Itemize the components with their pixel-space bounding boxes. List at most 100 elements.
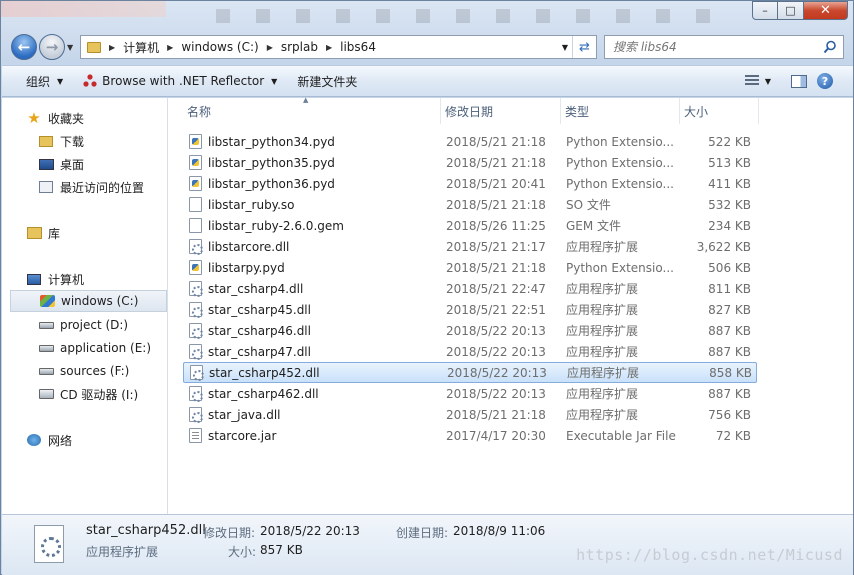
view-options-icon[interactable] [744,75,759,87]
reflector-icon [83,74,97,87]
file-row[interactable]: star_csharp4.dll 2018/5/21 22:47 应用程序扩展 811… [183,278,757,299]
file-date: 2018/5/21 21:18 [446,260,546,275]
search-input[interactable] [613,40,813,54]
details-size-label: 大小: [228,545,257,559]
back-button[interactable]: ← [11,34,37,60]
file-date: 2018/5/21 21:18 [446,134,546,149]
file-size: 234 KB [708,218,751,233]
watermark-text: https://blog.csdn.net/Micusd [576,546,843,564]
nav-drive-f-label: sources (F:) [60,364,130,378]
column-type[interactable]: 类型 [561,98,680,124]
file-row[interactable]: star_csharp47.dll 2018/5/22 20:13 应用程序扩展 88… [183,341,757,362]
column-name[interactable]: ▲ 名称 [183,96,441,124]
nav-desktop[interactable]: 桌面 [38,153,166,175]
file-type: Executable Jar File [566,428,676,443]
nav-drive-i[interactable]: CD 驱动器 (I:) [38,383,166,405]
column-type-label: 类型 [565,104,590,119]
file-type: Python Extensio... [566,260,674,275]
file-date: 2018/5/22 20:13 [446,344,546,359]
file-date: 2018/5/21 22:51 [446,302,546,317]
reflector-button[interactable]: Browse with .NET Reflector ▼ [73,65,287,97]
network-icon [26,432,42,448]
nav-favorites[interactable]: ★ 收藏夹 [26,107,166,129]
address-bar[interactable]: ▶ 计算机 ▶ windows (C:) ▶ srplab ▶ libs64 ▼… [80,35,597,59]
view-options-caret-icon[interactable]: ▼ [765,77,771,86]
close-button[interactable]: ✕ [804,1,848,20]
breadcrumb-srplab[interactable]: srplab [281,40,318,54]
organize-label: 组织 [26,74,51,89]
file-type: 应用程序扩展 [566,303,639,317]
file-type: SO 文件 [566,198,611,212]
file-row-selected[interactable]: star_csharp452.dll 2018/5/22 20:13 应用程序扩展 8… [183,362,757,383]
file-type: Python Extensio... [566,176,674,191]
nav-drive-f[interactable]: sources (F:) [38,360,166,382]
nav-drive-e[interactable]: application (E:) [38,337,166,359]
organize-button[interactable]: 组织 ▼ [2,65,73,97]
address-history-dropdown[interactable]: ▼ [562,43,568,52]
file-name: starcore.jar [208,428,277,443]
file-row[interactable]: libstar_python35.pyd 2018/5/21 21:18 Pytho… [183,152,757,173]
forward-button[interactable]: → [39,34,65,60]
blank-file-icon [189,218,202,233]
details-created-label: 创建日期: [396,526,449,540]
recent-pages-dropdown[interactable]: ▼ [67,43,73,52]
file-name: libstar_python35.pyd [208,155,335,170]
chevron-right-icon[interactable]: ▶ [167,43,173,52]
nav-downloads[interactable]: 下载 [38,130,166,152]
nav-network[interactable]: 网络 [26,429,166,451]
breadcrumb-windows-c[interactable]: windows (C:) [181,40,258,54]
nav-computer[interactable]: 计算机 [26,268,166,290]
explorer-window: – □ ✕ ← → ▼ ▶ 计算机 ▶ windows (C:) ▶ srpla… [0,0,854,575]
chevron-right-icon[interactable]: ▶ [109,43,115,52]
file-size: 887 KB [708,323,751,338]
desktop-icon [38,156,54,172]
file-row[interactable]: star_csharp46.dll 2018/5/22 20:13 应用程序扩展 88… [183,320,757,341]
file-row[interactable]: libstar_python36.pyd 2018/5/21 20:41 Pytho… [183,173,757,194]
nav-computer-label: 计算机 [48,272,85,287]
file-size: 858 KB [709,365,752,380]
minimize-button[interactable]: – [752,1,778,20]
file-row[interactable]: starcore.jar 2017/4/17 20:30 Executable Ja… [183,425,757,446]
search-box[interactable] [604,35,844,59]
file-date: 2018/5/26 11:25 [446,218,546,233]
file-type: 应用程序扩展 [566,324,639,338]
search-icon[interactable] [823,40,837,54]
file-row[interactable]: libstar_ruby.so 2018/5/21 21:18 SO 文件 532 K… [183,194,757,215]
file-name: libstar_python34.pyd [208,134,335,149]
file-date: 2017/4/17 20:30 [446,428,546,443]
file-name: star_csharp452.dll [209,365,320,380]
file-type: Python Extensio... [566,134,674,149]
new-folder-label: 新建文件夹 [297,74,358,89]
file-row[interactable]: libstar_ruby-2.6.0.gem 2018/5/26 11:25 GEM… [183,215,757,236]
nav-drive-c[interactable]: windows (C:) [10,290,167,312]
file-row[interactable]: star_java.dll 2018/5/21 21:18 应用程序扩展 756 KB [183,404,757,425]
column-name-label: 名称 [187,104,212,119]
nav-drive-d[interactable]: project (D:) [38,314,166,336]
file-size: 506 KB [708,260,751,275]
breadcrumb-libs64[interactable]: libs64 [340,40,376,54]
breadcrumb-computer[interactable]: 计算机 [123,39,159,56]
file-row[interactable]: star_csharp462.dll 2018/5/22 20:13 应用程序扩展 8… [183,383,757,404]
new-folder-button[interactable]: 新建文件夹 [287,65,367,97]
help-button[interactable]: ? [817,73,833,89]
chevron-right-icon[interactable]: ▶ [267,43,273,52]
refresh-button[interactable]: ⇄ [572,36,596,58]
file-row[interactable]: libstarpy.pyd 2018/5/21 21:18 Python Exten… [183,257,757,278]
nav-recent-places[interactable]: 最近访问的位置 [38,176,166,198]
details-filename: star_csharp452.dll [86,523,206,538]
details-type: 应用程序扩展 [86,545,159,559]
file-row[interactable]: star_csharp45.dll 2018/5/21 22:51 应用程序扩展 82… [183,299,757,320]
title-bar[interactable]: – □ ✕ [1,1,853,29]
column-size[interactable]: 大小 [680,98,759,124]
recent-places-icon [38,179,54,195]
file-row[interactable]: libstarcore.dll 2018/5/21 21:17 应用程序扩展 3,62… [183,236,757,257]
file-date: 2018/5/21 22:47 [446,281,546,296]
file-size: 411 KB [708,176,751,191]
preview-pane-icon[interactable] [791,74,807,88]
chevron-right-icon[interactable]: ▶ [326,43,332,52]
file-row[interactable]: libstar_python34.pyd 2018/5/21 21:18 Pytho… [183,131,757,152]
column-date[interactable]: 修改日期 [441,98,561,124]
nav-libraries[interactable]: 库 [26,222,166,244]
hard-drive-icon [38,363,54,379]
maximize-button[interactable]: □ [778,1,804,20]
